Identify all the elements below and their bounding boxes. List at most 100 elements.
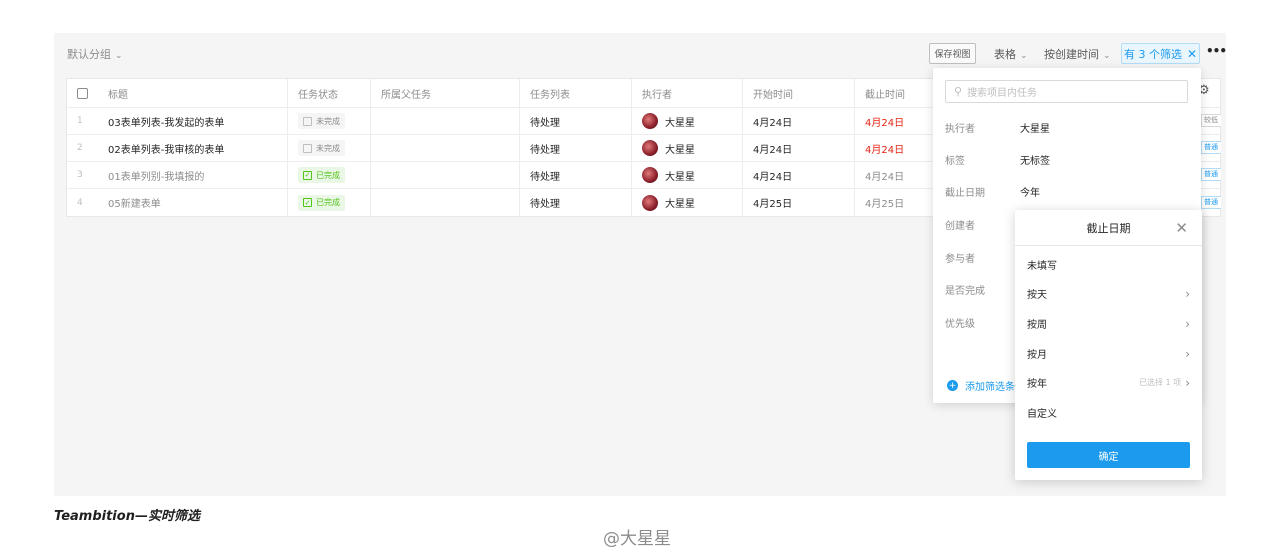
avatar bbox=[642, 113, 658, 129]
row-parent bbox=[371, 162, 520, 188]
date-option-day[interactable]: 按天 › bbox=[1027, 286, 1190, 302]
row-assignee[interactable]: 大星星 bbox=[632, 108, 743, 134]
filter-field-value[interactable]: 今年 bbox=[1020, 184, 1040, 199]
row-title[interactable]: 01表单列别-我填报的 bbox=[98, 162, 288, 188]
row-assignee[interactable]: 大星星 bbox=[632, 162, 743, 188]
caption: Teambition—实时筛选 bbox=[54, 509, 200, 524]
watermark: @大星星 bbox=[603, 529, 671, 549]
priority-tag: 普通 bbox=[1201, 168, 1221, 181]
row-status[interactable]: ✓ 已完成 bbox=[288, 162, 371, 188]
filter-badge-label: 有 3 个筛选 bbox=[1123, 47, 1182, 61]
check-icon: ✓ bbox=[303, 198, 312, 207]
option-label: 按月 bbox=[1027, 350, 1047, 361]
row-index: 4 bbox=[77, 197, 83, 208]
row-title[interactable]: 02表单列表-我审核的表单 bbox=[98, 135, 288, 161]
search-placeholder: 搜索项目内任务 bbox=[967, 88, 1038, 99]
close-icon[interactable]: ✕ bbox=[1187, 47, 1197, 61]
header-start: 开始时间 bbox=[743, 79, 855, 107]
row-due: 4月24日 bbox=[865, 171, 905, 183]
row-parent bbox=[371, 189, 520, 216]
status-badge[interactable]: 未完成 bbox=[298, 140, 345, 156]
filter-search-input[interactable]: ⚲ 搜索项目内任务 bbox=[945, 80, 1188, 103]
row-start: 4月25日 bbox=[743, 189, 855, 216]
filter-field-value[interactable]: 无标签 bbox=[1020, 152, 1050, 167]
row-parent bbox=[371, 135, 520, 161]
filter-field-label[interactable]: 执行者 bbox=[945, 120, 975, 135]
priority-tag: 普通 bbox=[1201, 141, 1221, 154]
row-status[interactable]: ✓ 已完成 bbox=[288, 189, 371, 216]
sort-dropdown[interactable]: 按创建时间 ⌄ bbox=[1044, 46, 1111, 62]
row-title[interactable]: 05新建表单 bbox=[98, 189, 288, 216]
date-option-year[interactable]: 按年 已选择 1 项 › bbox=[1027, 375, 1190, 391]
status-badge[interactable]: 未完成 bbox=[298, 113, 345, 129]
option-label: 未填写 bbox=[1027, 261, 1057, 272]
plus-icon: + bbox=[947, 380, 958, 391]
chevron-right-icon: › bbox=[1185, 375, 1190, 390]
filter-field-label[interactable]: 参与者 bbox=[945, 250, 975, 265]
view-type-dropdown[interactable]: 表格 ⌄ bbox=[994, 46, 1028, 62]
filter-field-label[interactable]: 是否完成 bbox=[945, 282, 985, 297]
assignee-name: 大星星 bbox=[665, 171, 695, 183]
add-filter-button[interactable]: + 添加筛选条 bbox=[947, 378, 1015, 393]
confirm-button[interactable]: 确定 bbox=[1027, 442, 1190, 468]
header-status: 任务状态 bbox=[288, 79, 371, 107]
more-icon[interactable]: ••• bbox=[1206, 44, 1227, 58]
row-index: 3 bbox=[77, 170, 83, 180]
group-selector[interactable]: 默认分组 ⌄ bbox=[67, 46, 123, 62]
chevron-down-icon: ⌄ bbox=[115, 51, 123, 61]
chevron-down-icon: ⌄ bbox=[1020, 51, 1028, 61]
row-assignee[interactable]: 大星星 bbox=[632, 135, 743, 161]
row-due: 4月25日 bbox=[865, 199, 905, 210]
assignee-name: 大星星 bbox=[665, 144, 695, 156]
filter-badge[interactable]: 有 3 个筛选 ✕ bbox=[1121, 43, 1200, 64]
header-title: 标题+ bbox=[98, 79, 288, 107]
filter-field-value[interactable]: 大星星 bbox=[1020, 120, 1050, 135]
status-label: 已完成 bbox=[316, 170, 340, 180]
header-assignee: 执行者 bbox=[632, 79, 743, 107]
date-option-month[interactable]: 按月 › bbox=[1027, 346, 1190, 362]
date-option-custom[interactable]: 自定义 bbox=[1027, 405, 1190, 420]
row-title[interactable]: 03表单列表-我发起的表单 bbox=[98, 108, 288, 134]
option-label: 按天 bbox=[1027, 290, 1047, 301]
date-option-unfilled[interactable]: 未填写 bbox=[1027, 257, 1190, 272]
option-label: 自定义 bbox=[1027, 409, 1057, 420]
row-status[interactable]: 未完成 bbox=[288, 108, 371, 134]
filter-field-label[interactable]: 标签 bbox=[945, 152, 965, 167]
header-parent: 所属父任务 bbox=[371, 79, 520, 107]
row-due: 4月24日 bbox=[865, 117, 905, 129]
save-view-button[interactable]: 保存视图 bbox=[929, 43, 976, 64]
view-type-label: 表格 bbox=[994, 48, 1016, 61]
option-label: 按周 bbox=[1027, 320, 1047, 331]
row-assignee[interactable]: 大星星 bbox=[632, 189, 743, 216]
chevron-right-icon: › bbox=[1185, 346, 1190, 361]
option-label: 按年 bbox=[1027, 379, 1047, 390]
row-parent bbox=[371, 108, 520, 134]
row-due: 4月24日 bbox=[865, 144, 905, 156]
assignee-name: 大星星 bbox=[665, 117, 695, 129]
row-list: 待处理 bbox=[520, 108, 632, 134]
status-badge[interactable]: ✓ 已完成 bbox=[298, 194, 345, 211]
filter-field-label[interactable]: 创建者 bbox=[945, 217, 975, 232]
row-index: 2 bbox=[77, 143, 83, 153]
select-all-cell bbox=[67, 79, 98, 107]
date-option-week[interactable]: 按周 › bbox=[1027, 316, 1190, 332]
close-icon[interactable]: ✕ bbox=[1175, 219, 1188, 237]
row-status[interactable]: 未完成 bbox=[288, 135, 371, 161]
row-list: 待处理 bbox=[520, 189, 632, 216]
filter-field-label[interactable]: 优先级 bbox=[945, 315, 975, 330]
avatar bbox=[642, 140, 658, 156]
checkbox-icon bbox=[303, 116, 312, 126]
status-label: 已完成 bbox=[316, 198, 340, 207]
header-due: 截止时间 bbox=[865, 89, 905, 101]
status-badge[interactable]: ✓ 已完成 bbox=[298, 167, 345, 183]
due-date-panel: 截止日期 ✕ 未填写 按天 › 按周 › 按月 › 按年 已选择 1 项 › 自定义 确定 bbox=[1015, 210, 1202, 480]
avatar bbox=[642, 194, 658, 211]
header-list: 任务列表 bbox=[520, 79, 632, 107]
selected-count: 已选择 1 项 bbox=[1139, 378, 1182, 387]
row-list: 待处理 bbox=[520, 162, 632, 188]
row-list: 待处理 bbox=[520, 135, 632, 161]
checkbox-icon bbox=[303, 143, 312, 153]
filter-field-label[interactable]: 截止日期 bbox=[945, 184, 985, 199]
sort-label: 按创建时间 bbox=[1044, 48, 1099, 61]
select-all-checkbox[interactable] bbox=[77, 87, 88, 99]
